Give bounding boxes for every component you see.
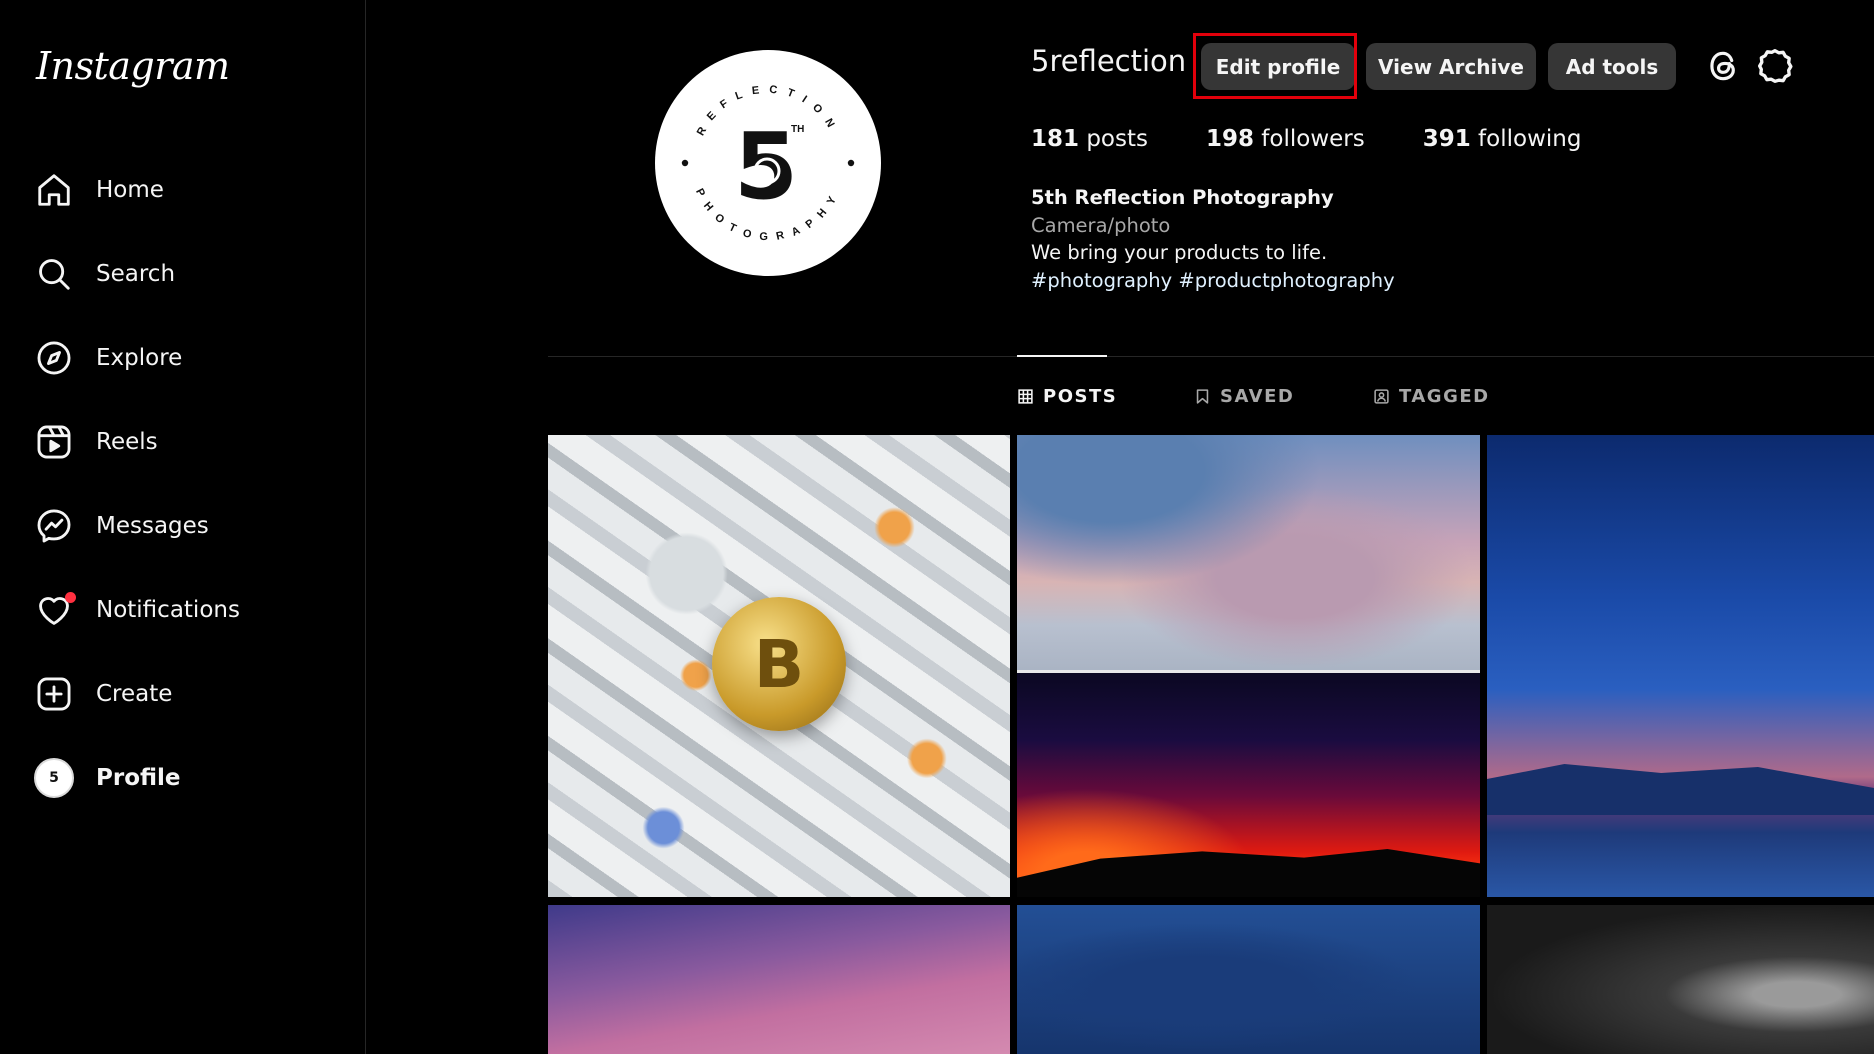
bio-category: Camera/photo [1031, 213, 1171, 237]
heart-icon [34, 590, 76, 630]
instagram-logo[interactable]: Instagram [36, 44, 230, 88]
posts-count: 181 posts [1031, 126, 1148, 152]
reflection-logo: REFLECTION PHOTOGRAPHY 5 TH [681, 84, 855, 243]
tab-label: SAVED [1220, 385, 1295, 407]
sidebar-item-reels[interactable]: Reels [0, 400, 366, 484]
sidebar-item-label: Reels [96, 429, 158, 455]
post-thumbnail-pink-sky[interactable] [548, 905, 1010, 1054]
home-icon [34, 170, 74, 210]
ad-tools-button[interactable]: Ad tools [1548, 43, 1676, 90]
post-thumbnail-blue-shadow[interactable] [1017, 905, 1480, 1054]
sidebar-item-label: Messages [96, 513, 209, 539]
profile-avatar-large[interactable]: REFLECTION PHOTOGRAPHY 5 TH [655, 50, 881, 276]
following-link[interactable]: 391 following [1423, 126, 1582, 152]
sidebar-item-search[interactable]: Search [0, 232, 366, 316]
post-thumbnail-portrait[interactable] [1487, 905, 1874, 1054]
post-thumbnail-bitcoin[interactable]: B [548, 435, 1010, 897]
grid-icon [1018, 388, 1033, 404]
tab-label: POSTS [1043, 385, 1118, 407]
bookmark-icon [1196, 388, 1209, 404]
tag-person-icon [1374, 388, 1389, 404]
avatar-five-mark: 5 [734, 113, 798, 220]
sidebar-item-label: Create [96, 681, 173, 707]
active-tab-indicator [1017, 355, 1107, 357]
post-thumbnail-cloudy-sky[interactable] [1017, 435, 1480, 673]
sidebar-nav: Home Search Explore Reels Messages Notif… [0, 148, 366, 820]
notification-badge [65, 592, 76, 603]
sidebar-item-home[interactable]: Home [0, 148, 366, 232]
profile-avatar: 5 [34, 758, 74, 798]
post-thumbnail-blue-dusk[interactable] [1487, 435, 1874, 897]
edit-profile-button[interactable]: Edit profile [1201, 43, 1355, 90]
tab-saved[interactable]: SAVED [1194, 384, 1294, 408]
sidebar-item-profile[interactable]: 5 Profile [0, 736, 366, 820]
tab-label: TAGGED [1399, 385, 1490, 407]
avatar-superscript: TH [791, 124, 804, 135]
sidebar-item-label: Search [96, 261, 176, 287]
bio-text: We bring your products to life. [1031, 241, 1328, 264]
bio-hashtags[interactable]: #photography #productphotography [1031, 267, 1395, 295]
sidebar-item-explore[interactable]: Explore [0, 316, 366, 400]
tab-tagged[interactable]: TAGGED [1373, 384, 1490, 408]
sidebar-item-label: Notifications [96, 597, 240, 623]
bitcoin-coin-image: B [712, 597, 846, 731]
profile-username: 5reflection [1031, 44, 1187, 78]
messenger-icon [34, 506, 74, 546]
bio-display-name: 5th Reflection Photography [1031, 186, 1334, 209]
profile-stats: 181 posts 198 followers 391 following [1031, 126, 1639, 152]
tabs-divider [548, 356, 1874, 357]
sidebar-item-messages[interactable]: Messages [0, 484, 366, 568]
tab-posts[interactable]: POSTS [1017, 384, 1117, 408]
sidebar: Instagram Home Search Explore Reels Mess… [0, 0, 366, 1054]
threads-icon[interactable] [1704, 46, 1742, 86]
sidebar-item-create[interactable]: Create [0, 652, 366, 736]
sidebar-item-notifications[interactable]: Notifications [0, 568, 366, 652]
sidebar-item-label: Home [96, 177, 164, 203]
reels-icon [34, 422, 74, 462]
sidebar-item-label: Explore [96, 345, 183, 371]
settings-gear-icon[interactable] [1755, 46, 1795, 86]
search-icon [34, 254, 74, 294]
followers-link[interactable]: 198 followers [1206, 126, 1365, 152]
view-archive-button[interactable]: View Archive [1366, 43, 1536, 90]
sidebar-item-label: Profile [96, 765, 181, 791]
compass-icon [34, 338, 74, 378]
avatar: 5 [34, 758, 74, 798]
plus-square-icon [34, 674, 74, 714]
post-thumbnail-red-sunset[interactable] [1017, 673, 1480, 897]
profile-bio: 5th Reflection Photography Camera/photo … [1031, 184, 1395, 294]
